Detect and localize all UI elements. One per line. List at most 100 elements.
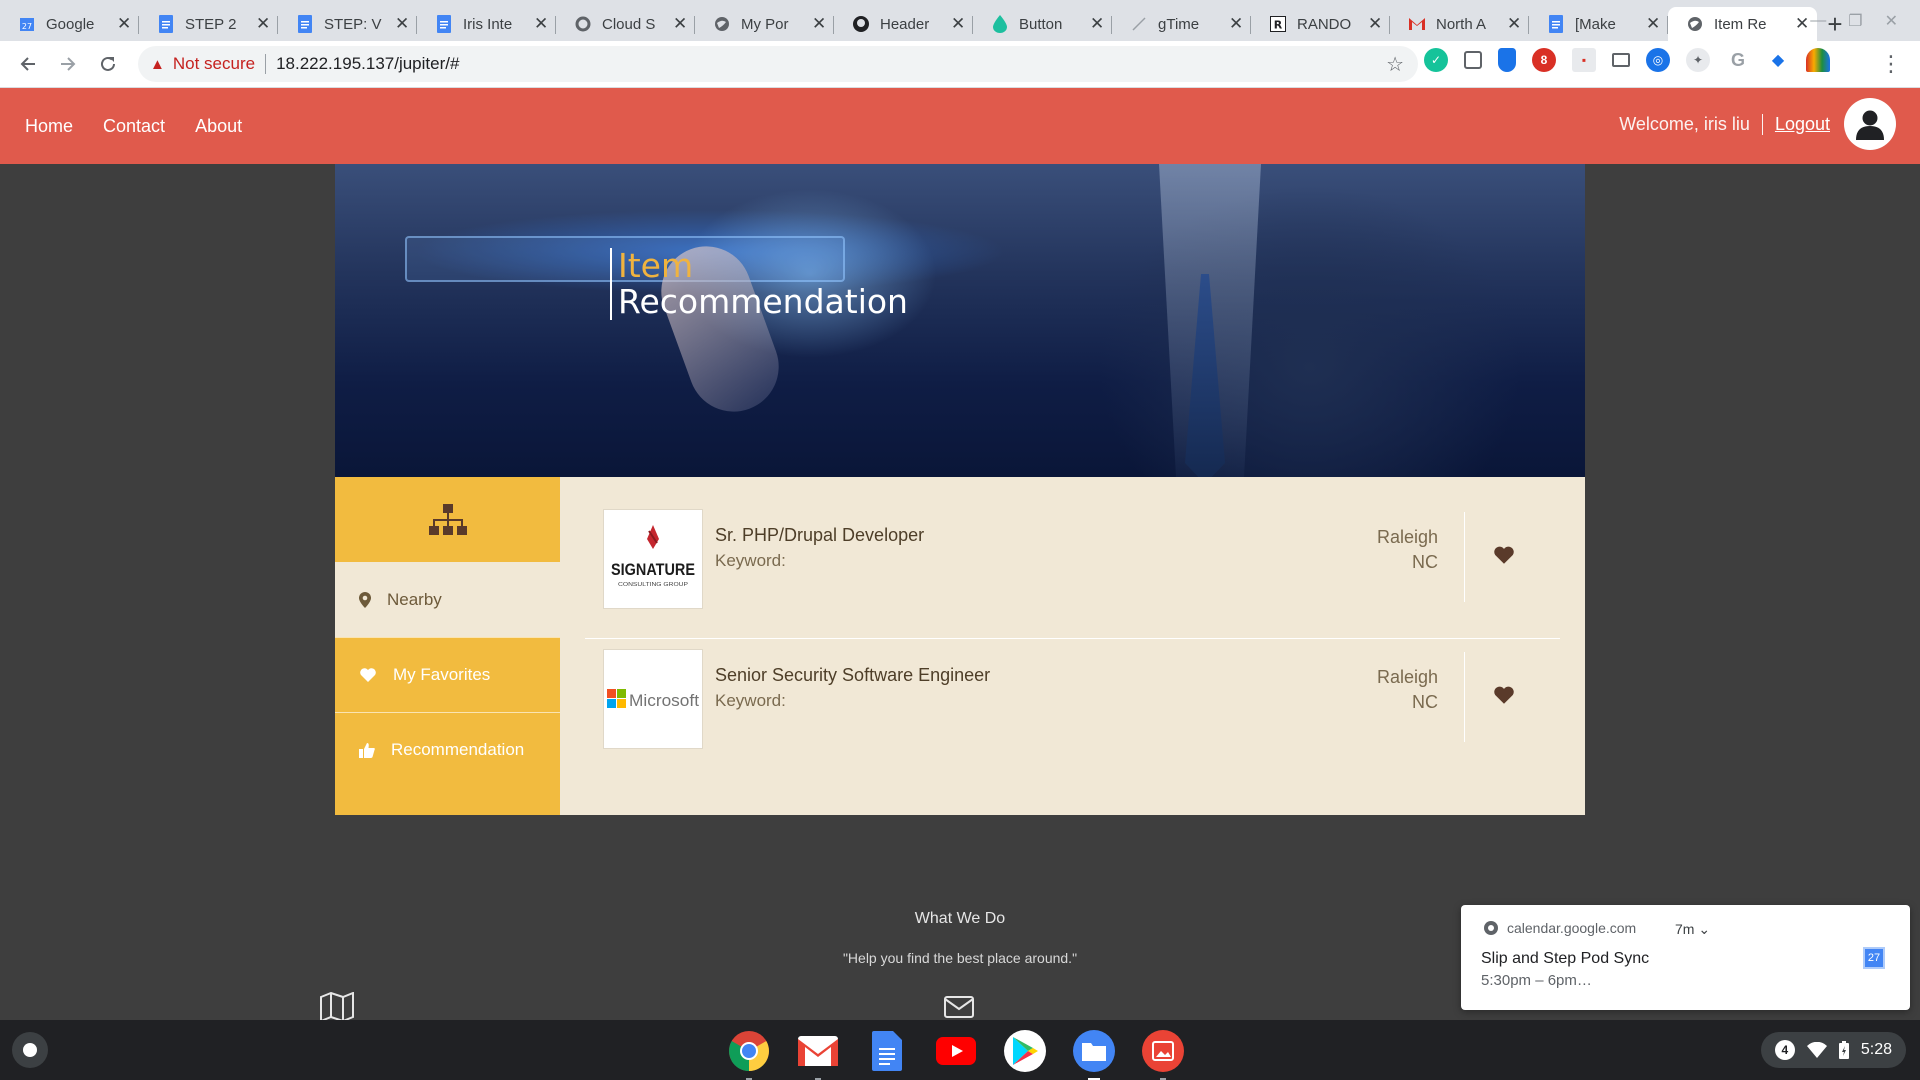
tab-title: Header <box>880 15 930 33</box>
close-icon[interactable]: ✕ <box>395 14 409 34</box>
maximize-icon[interactable]: ❐ <box>1848 11 1862 31</box>
shield-icon[interactable] <box>1498 48 1516 72</box>
tab-docs[interactable]: STEP 2 ✕ <box>139 7 278 41</box>
item-title[interactable]: Senior Security Software Engineer <box>715 665 990 686</box>
tab-docs[interactable]: STEP: V ✕ <box>278 7 417 41</box>
close-icon[interactable]: ✕ <box>1090 14 1104 34</box>
nav-about-link[interactable]: About <box>195 116 242 137</box>
close-icon[interactable]: ✕ <box>1795 14 1809 34</box>
docs-icon[interactable] <box>866 1030 908 1072</box>
logo-wordmark: Microsoft <box>629 691 699 710</box>
docs-logo <box>872 1031 902 1071</box>
not-secure-label[interactable]: Not secure <box>173 54 255 74</box>
google-icon[interactable]: G <box>1726 48 1750 72</box>
close-icon[interactable]: ✕ <box>812 14 826 34</box>
divider <box>265 54 267 74</box>
close-icon[interactable]: ✕ <box>673 14 687 34</box>
item-location: Raleigh NC <box>1377 665 1438 715</box>
tab-gmail[interactable]: North A ✕ <box>1390 7 1529 41</box>
docs-icon <box>296 15 314 33</box>
lastpass-icon[interactable]: 8 <box>1532 48 1556 72</box>
close-icon[interactable]: ✕ <box>117 14 131 34</box>
favorite-heart-icon[interactable] <box>1493 684 1515 706</box>
map-icon <box>320 992 354 1022</box>
tab-portfolio[interactable]: My Por ✕ <box>695 7 834 41</box>
tab-google-calendar[interactable]: 27 Google ✕ <box>0 7 139 41</box>
back-button[interactable] <box>8 44 48 84</box>
item-location: Raleigh NC <box>1377 525 1438 575</box>
signature-logo: SIGNATURE CONSULTING GROUP <box>611 525 695 588</box>
sidebar-item-label: Nearby <box>387 589 442 609</box>
tab-docs[interactable]: Iris Inte ✕ <box>417 7 556 41</box>
tab-button[interactable]: Button ✕ <box>973 7 1112 41</box>
chrome-icon <box>1484 921 1498 935</box>
wifi-icon <box>1806 1042 1827 1058</box>
address-bar[interactable]: ▲ Not secure 18.222.195.137/jupiter/# ☆ <box>138 46 1418 82</box>
more-menu-icon[interactable]: ⋮ <box>1880 51 1902 77</box>
nav-contact-link[interactable]: Contact <box>103 116 165 137</box>
chevron-down-icon: ⌄ <box>1698 921 1711 937</box>
list-item[interactable]: SIGNATURE CONSULTING GROUP Sr. PHP/Drupa… <box>585 497 1560 639</box>
item-list: SIGNATURE CONSULTING GROUP Sr. PHP/Drupa… <box>560 477 1585 815</box>
diamond-icon[interactable]: ◆ <box>1766 48 1790 72</box>
close-icon[interactable]: ✕ <box>951 14 965 34</box>
tab-title: STEP 2 <box>185 15 237 33</box>
close-icon[interactable]: ✕ <box>1229 14 1243 34</box>
tab-docs[interactable]: [Make ✕ <box>1529 7 1668 41</box>
play-store-logo <box>1013 1037 1038 1065</box>
nav-home-link[interactable]: Home <box>25 116 73 137</box>
company-logo: SIGNATURE CONSULTING GROUP <box>603 509 703 609</box>
reload-icon <box>101 56 115 71</box>
minimize-icon[interactable]: — <box>1810 12 1826 30</box>
status-tray[interactable]: 4 5:28 <box>1760 1032 1906 1068</box>
gmail-icon[interactable] <box>797 1030 839 1080</box>
tab-title: Iris Inte <box>463 15 513 33</box>
item-state: NC <box>1412 692 1438 712</box>
item-state: NC <box>1412 552 1438 572</box>
files-icon[interactable] <box>1073 1030 1115 1080</box>
puzzle-icon[interactable]: ✦ <box>1686 48 1710 72</box>
play-store-icon[interactable] <box>1004 1030 1046 1072</box>
sidebar-item-recommendation[interactable]: Recommendation <box>335 712 560 787</box>
chrome-icon[interactable] <box>728 1030 770 1080</box>
youtube-icon[interactable] <box>935 1030 977 1072</box>
close-icon[interactable]: ✕ <box>1646 14 1660 34</box>
forward-button[interactable] <box>48 44 88 84</box>
tab-random[interactable]: R RANDO ✕ <box>1251 7 1390 41</box>
notification-time-text: 7m <box>1675 921 1695 937</box>
avatar[interactable] <box>1844 98 1896 150</box>
url-text[interactable]: 18.222.195.137/jupiter/# <box>276 54 459 74</box>
close-icon[interactable]: ✕ <box>256 14 270 34</box>
item-city: Raleigh <box>1376 527 1438 547</box>
grammarly-icon[interactable]: ✓ <box>1424 48 1448 72</box>
extension-icon[interactable] <box>1464 51 1482 69</box>
divider <box>1464 652 1465 742</box>
close-window-icon[interactable]: ✕ <box>1885 11 1898 31</box>
bookmark-star-icon[interactable]: ☆ <box>1386 52 1404 77</box>
docs-icon <box>435 15 453 33</box>
notification-time[interactable]: 7m ⌄ <box>1675 921 1710 938</box>
tab-gtime[interactable]: gTime ✕ <box>1112 7 1251 41</box>
launcher-button[interactable] <box>12 1032 48 1068</box>
gallery-icon[interactable] <box>1142 1030 1184 1080</box>
tab-item-recommendation[interactable]: Item Re ✕ <box>1668 7 1817 41</box>
cast-icon[interactable] <box>1612 53 1630 67</box>
sidebar-item-nearby[interactable]: Nearby <box>335 562 560 637</box>
reload-button[interactable] <box>88 44 128 84</box>
close-icon[interactable]: ✕ <box>1507 14 1521 34</box>
list-item[interactable]: Microsoft Senior Security Software Engin… <box>585 647 1560 777</box>
chrome-remote-icon[interactable]: ◎ <box>1646 48 1670 72</box>
calendar-notification[interactable]: calendar.google.com 7m ⌄ Slip and Step P… <box>1461 905 1910 1010</box>
sidebar-item-favorites[interactable]: My Favorites <box>335 637 560 712</box>
tab-cloud[interactable]: Cloud S ✕ <box>556 7 695 41</box>
logout-link[interactable]: Logout <box>1775 114 1830 135</box>
close-icon[interactable]: ✕ <box>1368 14 1382 34</box>
launcher-icon <box>23 1043 37 1057</box>
item-title[interactable]: Sr. PHP/Drupal Developer <box>715 525 924 546</box>
tab-github[interactable]: Header ✕ <box>834 7 973 41</box>
favorite-heart-icon[interactable] <box>1493 544 1515 566</box>
os-shelf: 4 5:28 <box>0 1020 1920 1080</box>
rainbow-icon[interactable] <box>1806 48 1830 72</box>
close-icon[interactable]: ✕ <box>534 14 548 34</box>
badge-icon[interactable]: ▪ <box>1572 48 1596 72</box>
